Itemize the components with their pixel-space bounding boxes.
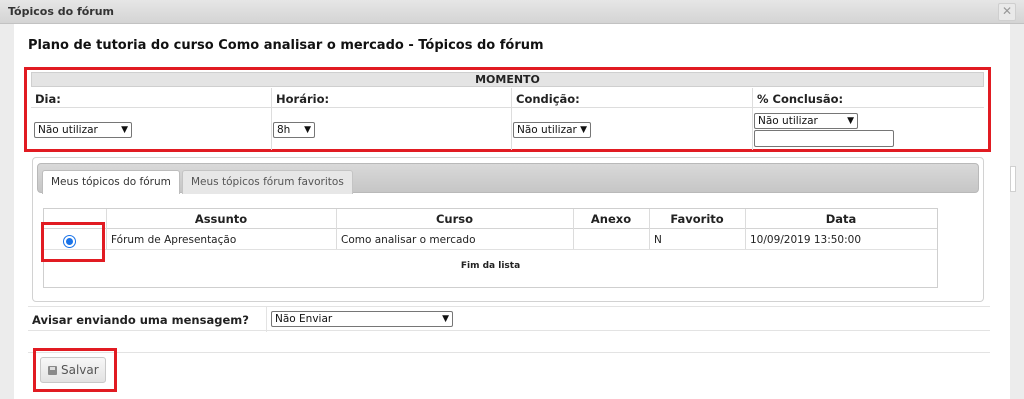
divider <box>271 88 272 150</box>
cell-assunto: Fórum de Apresentação <box>111 234 237 246</box>
dialog-right-gutter <box>1010 24 1024 399</box>
chevron-down-icon: ▼ <box>580 125 587 135</box>
col-data: Data <box>825 212 857 226</box>
dia-select-value: Não utilizar <box>38 124 98 136</box>
radio-highlight <box>41 222 105 262</box>
row-select-radio[interactable] <box>63 235 76 248</box>
cell-data: 10/09/2019 13:50:00 <box>750 234 862 246</box>
dia-label: Dia: <box>35 92 61 106</box>
dialog-left-gutter <box>0 24 14 399</box>
notify-row: Avisar enviando uma mensagem? Não Enviar… <box>28 306 990 332</box>
conclusao-label: % Conclusão: <box>757 92 844 106</box>
save-button-label: Salvar <box>61 363 99 377</box>
horario-label: Horário: <box>276 92 330 106</box>
condicao-select[interactable]: Não utilizar ▼ <box>513 122 591 138</box>
horario-select[interactable]: 8h ▼ <box>273 122 315 138</box>
dia-select[interactable]: Não utilizar ▼ <box>34 122 132 138</box>
conclusao-input[interactable] <box>754 130 894 147</box>
divider <box>511 88 512 150</box>
footer-bar <box>28 352 990 388</box>
topics-table: Assunto Curso Anexo Favorito Data Fórum … <box>43 208 938 288</box>
table-row[interactable]: Fórum de Apresentação Como analisar o me… <box>44 229 937 250</box>
conclusao-select-value: Não utilizar <box>758 115 818 127</box>
notify-label: Avisar enviando uma mensagem? <box>32 313 249 327</box>
notify-select-value: Não Enviar <box>275 313 333 325</box>
moment-labels-row: Dia: Horário: Condição: % Conclusão: <box>31 88 984 108</box>
disk-icon <box>48 366 57 375</box>
tab-bar: Meus tópicos do fórum Meus tópicos fórum… <box>37 163 979 194</box>
notify-select[interactable]: Não Enviar ▼ <box>271 311 453 327</box>
condicao-select-value: Não utilizar <box>517 124 577 136</box>
close-icon[interactable]: ✕ <box>998 3 1016 21</box>
background-widget <box>1010 166 1016 192</box>
dialog-titlebar: Tópicos do fórum ✕ <box>0 0 1024 24</box>
cell-curso: Como analisar o mercado <box>341 234 476 246</box>
save-button[interactable]: Salvar <box>40 357 106 383</box>
save-highlight: Salvar <box>33 348 117 392</box>
moment-header: MOMENTO <box>31 72 984 87</box>
moment-section: MOMENTO Dia: Horário: Condição: % Conclu… <box>24 67 991 152</box>
dialog-title: Tópicos do fórum <box>8 5 115 18</box>
chevron-down-icon: ▼ <box>442 314 449 324</box>
tab-meus-topicos[interactable]: Meus tópicos do fórum <box>42 170 180 194</box>
col-favorito: Favorito <box>670 212 724 226</box>
tab-topicos-favoritos[interactable]: Meus tópicos fórum favoritos <box>182 170 353 194</box>
page-title: Plano de tutoria do curso Como analisar … <box>28 38 544 53</box>
divider <box>752 88 753 150</box>
col-anexo: Anexo <box>590 212 632 226</box>
divider <box>266 307 267 332</box>
chevron-down-icon: ▼ <box>304 125 311 135</box>
list-end-label: Fim da lista <box>460 261 521 271</box>
col-assunto: Assunto <box>194 212 248 226</box>
topics-panel: Meus tópicos do fórum Meus tópicos fórum… <box>32 157 984 302</box>
col-curso: Curso <box>435 212 474 226</box>
table-header: Assunto Curso Anexo Favorito Data <box>44 209 937 229</box>
conclusao-select[interactable]: Não utilizar ▼ <box>754 113 858 129</box>
horario-select-value: 8h <box>277 124 291 136</box>
chevron-down-icon: ▼ <box>121 125 128 135</box>
cell-favorito: N <box>654 234 662 246</box>
condicao-label: Condição: <box>516 92 580 106</box>
chevron-down-icon: ▼ <box>847 116 854 126</box>
